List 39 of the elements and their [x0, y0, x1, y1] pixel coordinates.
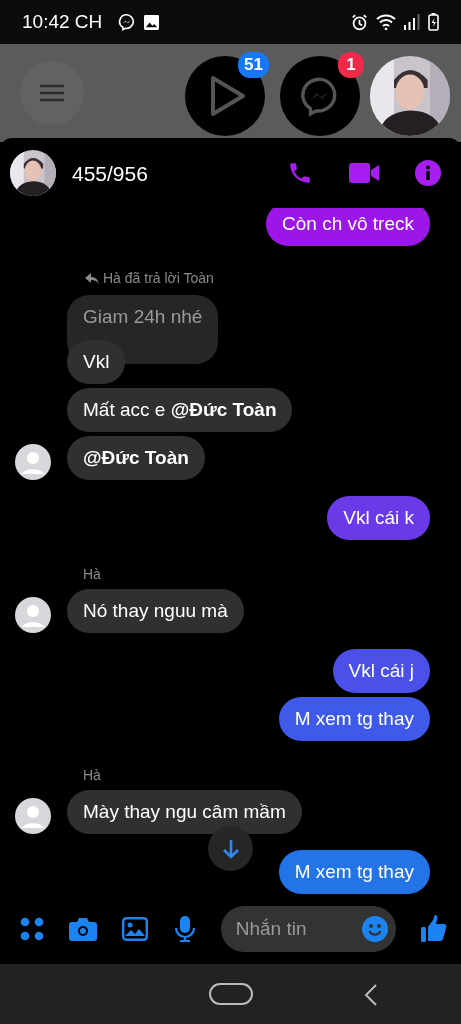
- message-field[interactable]: Nhắn tin: [220, 906, 396, 953]
- unread-badge: 51: [238, 52, 269, 78]
- sent-message: Còn ch vô treck: [266, 208, 430, 247]
- signal-icon: [404, 14, 420, 31]
- sent-message: Vkl cái k: [327, 496, 430, 541]
- wifi-icon: [376, 14, 396, 31]
- image-icon[interactable]: [122, 917, 149, 942]
- sender-name: Hà: [83, 565, 102, 585]
- unread-badge: 1: [338, 52, 364, 78]
- emoji-icon[interactable]: [361, 916, 388, 943]
- video-camera-icon[interactable]: [349, 162, 379, 185]
- received-message: Vkl: [67, 340, 126, 385]
- camera-icon[interactable]: [69, 917, 98, 942]
- sent-message: Vkl cái j: [332, 649, 430, 694]
- alarm-icon: [351, 13, 368, 31]
- messenger-icon: [118, 13, 137, 32]
- received-message: Mày thay ngu câm mầm: [67, 790, 302, 835]
- sent-message: M xem tg thay: [278, 850, 430, 895]
- scroll-down-button[interactable]: [208, 826, 253, 872]
- menu-icon: [40, 84, 64, 103]
- sender-name: Hà: [83, 766, 102, 786]
- received-message: Mất acc e @Đức Toàn: [67, 388, 293, 433]
- arrow-down-icon: [221, 838, 240, 859]
- battery-icon: [428, 13, 439, 32]
- play-icon: [210, 75, 246, 117]
- conversation-title: 455/956: [72, 160, 148, 187]
- info-icon[interactable]: [415, 160, 441, 187]
- thumbs-up-icon[interactable]: [420, 915, 447, 944]
- received-message: @Đức Toàn: [67, 436, 205, 481]
- reply-icon: [85, 273, 99, 285]
- back-button[interactable]: [364, 984, 378, 1007]
- reply-note: Hà đã trả lời Toàn: [103, 269, 214, 289]
- received-message: Nó thay nguu mà: [67, 589, 244, 634]
- status-time: 10:42 CH: [22, 9, 103, 34]
- home-button[interactable]: [208, 983, 253, 1006]
- microphone-icon[interactable]: [173, 916, 196, 943]
- sent-message: M xem tg thay: [278, 697, 430, 742]
- apps-icon[interactable]: [20, 917, 44, 942]
- image-icon: [144, 14, 160, 30]
